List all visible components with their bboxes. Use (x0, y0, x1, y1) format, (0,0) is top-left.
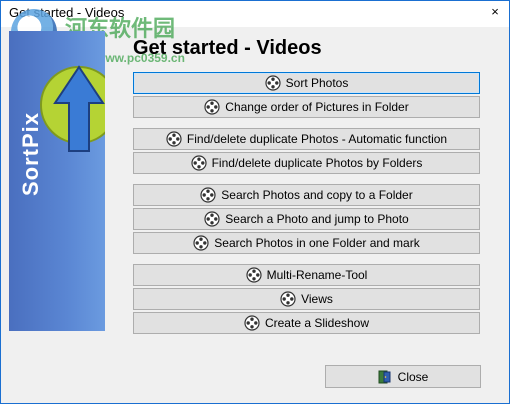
get-started-window: Get started - Videos × 河东软件园 www.pc0359.… (0, 0, 510, 404)
film-reel-icon (204, 211, 220, 227)
film-reel-icon (265, 75, 281, 91)
page-heading: Get started - Videos (133, 37, 322, 59)
search-mark-button[interactable]: Search Photos in one Folder and mark (133, 232, 480, 254)
button-label: Sort Photos (285, 76, 349, 90)
film-reel-icon (193, 235, 209, 251)
close-button-label: Close (397, 369, 429, 384)
film-reel-icon (246, 267, 262, 283)
button-label: Find/delete duplicate Photos - Automatic… (186, 132, 448, 146)
film-reel-icon (190, 155, 207, 171)
button-label: Search a Photo and jump to Photo (225, 212, 409, 226)
button-label: Multi-Rename-Tool (266, 268, 368, 282)
film-reel-icon (166, 131, 182, 147)
button-label: Create a Slideshow (264, 316, 370, 330)
search-copy-button[interactable]: Search Photos and copy to a Folder (133, 184, 480, 206)
find-duplicates-auto-button[interactable]: Find/delete duplicate Photos - Automatic… (133, 128, 480, 150)
views-button[interactable]: Views (133, 288, 480, 310)
button-label: Views (301, 292, 333, 306)
button-label: Find/delete duplicate Photos by Folders (211, 156, 423, 170)
sort-photos-button[interactable]: Sort Photos (133, 72, 480, 94)
brand-label: SortPix (18, 111, 43, 196)
button-label: Search Photos in one Folder and mark (214, 236, 420, 250)
button-label: Change order of Pictures in Folder (225, 100, 409, 114)
create-slideshow-button[interactable]: Create a Slideshow (133, 312, 480, 334)
film-reel-icon (280, 291, 296, 307)
film-reel-icon (200, 187, 216, 203)
exit-door-icon (378, 370, 391, 383)
button-label: Search Photos and copy to a Folder (221, 188, 413, 202)
up-arrow-icon (40, 65, 105, 152)
search-jump-button[interactable]: Search a Photo and jump to Photo (133, 208, 480, 230)
film-reel-icon (244, 315, 260, 331)
film-reel-icon (204, 99, 220, 115)
close-button[interactable]: Close (325, 365, 481, 388)
sidebar-banner: SortPix (9, 31, 105, 331)
multi-rename-button[interactable]: Multi-Rename-Tool (133, 264, 480, 286)
window-close-icon[interactable]: × (489, 5, 501, 18)
change-order-button[interactable]: Change order of Pictures in Folder (133, 96, 480, 118)
find-duplicates-folders-button[interactable]: Find/delete duplicate Photos by Folders (133, 152, 480, 174)
